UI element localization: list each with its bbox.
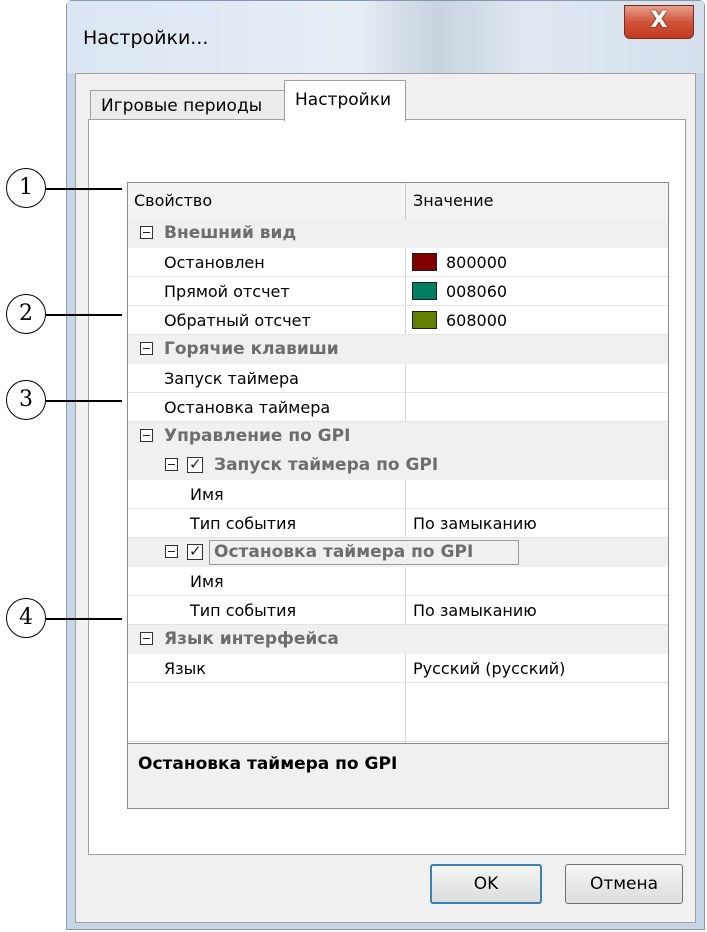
category-appearance[interactable]: Внешний вид [128, 219, 668, 248]
category-label: Горячие клавиши [164, 339, 339, 359]
property-value[interactable]: Русский (русский) [413, 654, 565, 683]
property-row-stopped[interactable]: Остановлен 800000 [128, 248, 668, 277]
property-label: Обратный отсчет [164, 311, 311, 330]
property-label: Тип события [190, 514, 297, 533]
callout-2-leader [46, 314, 122, 316]
collapse-icon[interactable] [165, 545, 178, 558]
tab-settings[interactable]: Настройки [284, 80, 406, 121]
property-value[interactable]: По замыканию [413, 596, 537, 625]
property-label: Прямой отсчет [164, 282, 290, 301]
property-row-gpi-stop-name[interactable]: Имя [128, 567, 668, 596]
color-swatch [412, 282, 437, 300]
category-label: Запуск таймера по GPI [214, 455, 439, 475]
tab-page-settings: Свойство Значение Внешний вид Остановлен… [88, 119, 686, 855]
collapse-icon[interactable] [165, 458, 178, 471]
category-language[interactable]: Язык интерфейса [128, 625, 668, 654]
property-row-count-up[interactable]: Прямой отсчет 008060 [128, 277, 668, 306]
description-panel: Остановка таймера по GPI [128, 743, 668, 808]
checkbox-gpi-start[interactable] [187, 455, 203, 473]
property-row-stop-timer[interactable]: Остановка таймера [128, 393, 668, 422]
ok-button[interactable]: OK [430, 864, 542, 904]
description-title: Остановка таймера по GPI [138, 754, 398, 774]
callout-4: 4 [6, 598, 46, 638]
collapse-icon[interactable] [140, 342, 153, 355]
property-row-start-timer[interactable]: Запуск таймера [128, 364, 668, 393]
category-hotkeys[interactable]: Горячие клавиши [128, 335, 668, 364]
callout-1: 1 [6, 168, 46, 208]
property-label: Язык [164, 659, 206, 678]
property-row-gpi-start-event[interactable]: Тип события По замыканию [128, 509, 668, 538]
property-value[interactable]: 800000 [446, 248, 507, 277]
header-property[interactable]: Свойство [134, 183, 212, 219]
category-label: Язык интерфейса [164, 629, 339, 649]
grid-header: Свойство Значение [128, 183, 668, 220]
property-label: Остановка таймера [164, 398, 331, 417]
property-label: Имя [190, 485, 224, 504]
property-label: Тип события [190, 601, 297, 620]
tab-game-periods[interactable]: Игровые периоды [90, 90, 285, 120]
cancel-button[interactable]: Отмена [565, 864, 683, 904]
close-button[interactable]: X [624, 5, 694, 39]
collapse-icon[interactable] [140, 632, 153, 645]
property-row-count-down[interactable]: Обратный отсчет 608000 [128, 306, 668, 335]
property-value[interactable]: 008060 [446, 277, 507, 306]
category-label: Остановка таймера по GPI [214, 542, 474, 562]
color-swatch [412, 253, 437, 271]
color-swatch [412, 311, 437, 329]
collapse-icon[interactable] [140, 429, 153, 442]
grid-bottom-border [128, 741, 668, 742]
subcategory-gpi-start[interactable]: Запуск таймера по GPI [128, 451, 668, 480]
callout-4-leader [46, 618, 122, 620]
property-label: Остановлен [164, 253, 265, 272]
callout-3: 3 [6, 380, 46, 420]
callout-3-leader [46, 400, 122, 402]
header-value[interactable]: Значение [413, 183, 494, 219]
property-row-language[interactable]: Язык Русский (русский) [128, 654, 668, 683]
empty-area-separator [405, 683, 406, 741]
category-label: Внешний вид [164, 223, 297, 243]
property-label: Запуск таймера [164, 369, 299, 388]
category-gpi[interactable]: Управление по GPI [128, 422, 668, 451]
dialog-body: Игровые периоды Настройки Свойство Значе… [75, 73, 696, 923]
close-icon: X [650, 8, 668, 33]
title-bar[interactable]: Настройки... X [67, 1, 704, 73]
property-label: Имя [190, 572, 224, 591]
checkbox-gpi-stop[interactable] [187, 542, 203, 560]
property-value[interactable]: По замыканию [413, 509, 537, 538]
callout-2: 2 [6, 294, 46, 334]
property-row-gpi-start-name[interactable]: Имя [128, 480, 668, 509]
category-label: Управление по GPI [164, 426, 351, 446]
collapse-icon[interactable] [140, 226, 153, 239]
property-grid: Свойство Значение Внешний вид Остановлен… [127, 182, 669, 809]
property-row-gpi-stop-event[interactable]: Тип события По замыканию [128, 596, 668, 625]
settings-dialog: Настройки... X Игровые периоды Настройки… [66, 0, 705, 930]
subcategory-gpi-stop[interactable]: Остановка таймера по GPI [128, 538, 668, 567]
property-value[interactable]: 608000 [446, 306, 507, 335]
window-title: Настройки... [83, 27, 209, 49]
callout-1-leader [46, 188, 122, 190]
